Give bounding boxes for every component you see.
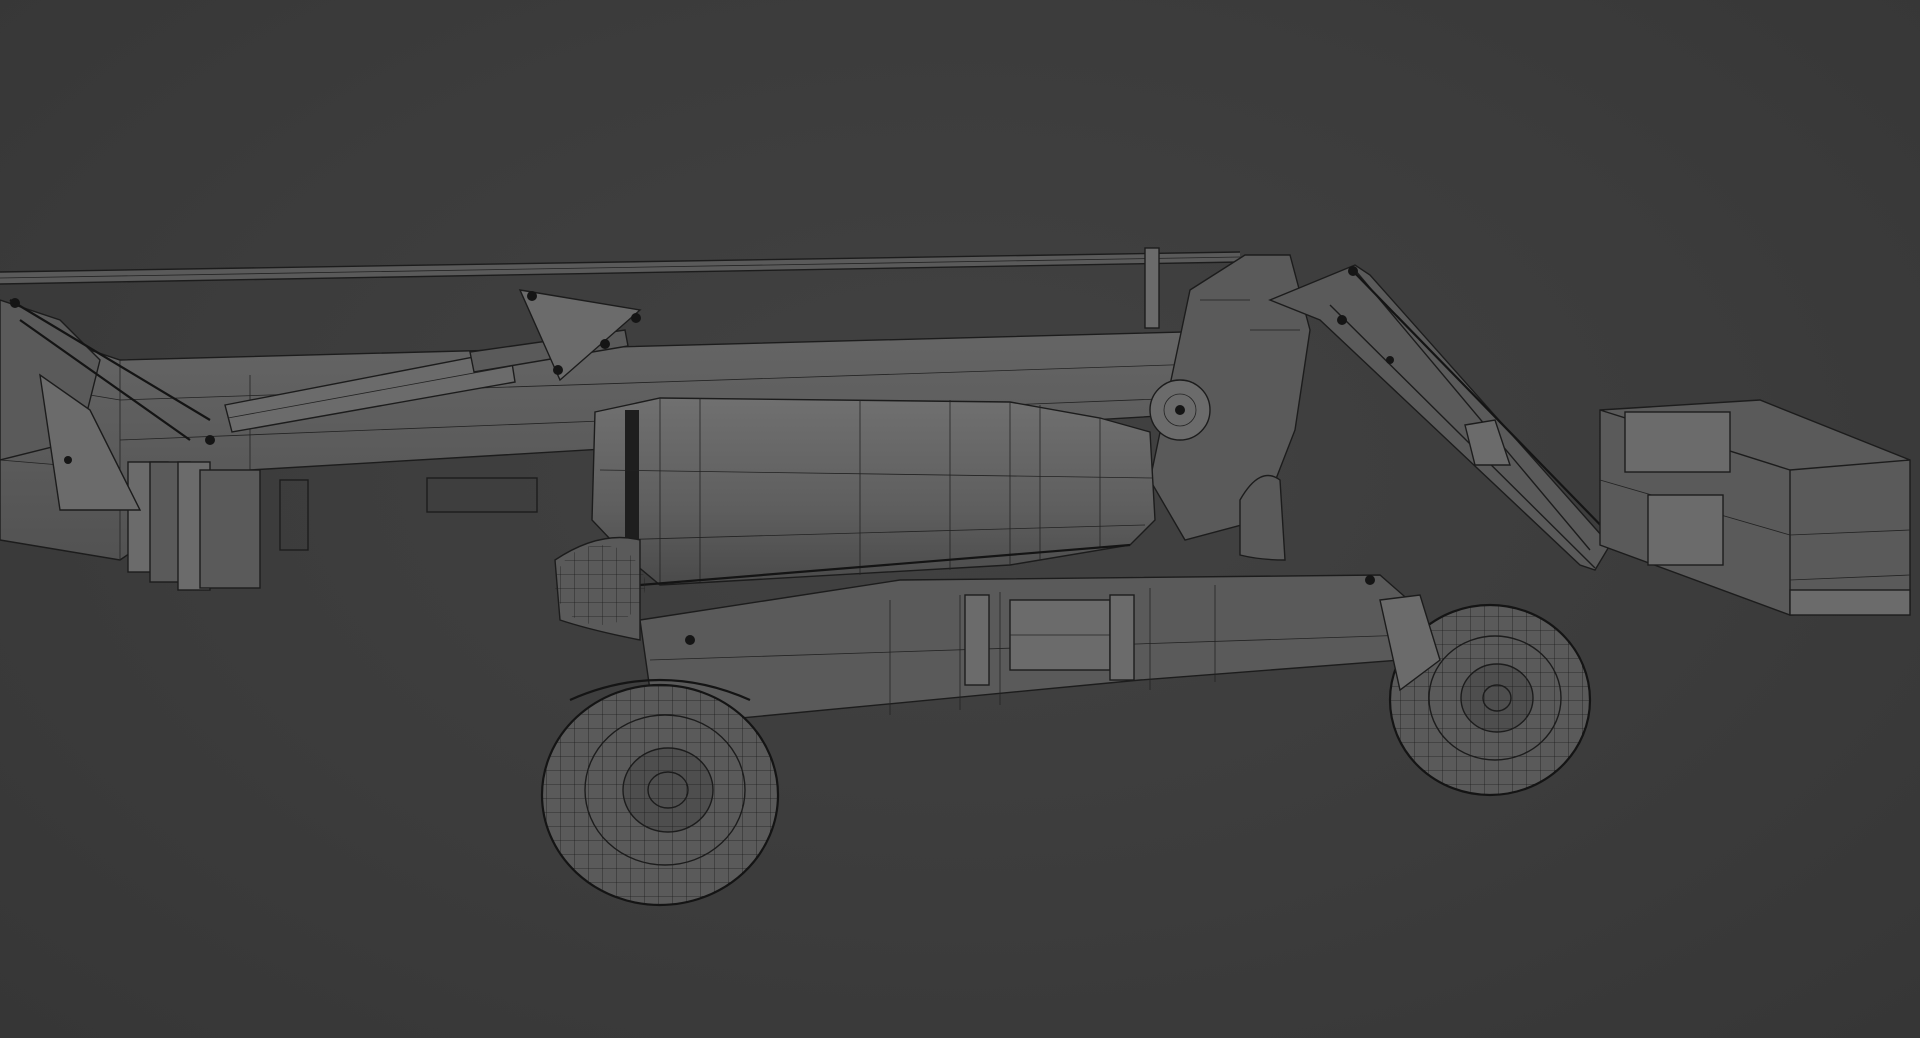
counterweight (591, 397, 1156, 587)
chassis (639, 574, 1421, 721)
rear-fender (554, 536, 645, 641)
jib-arm (1268, 264, 1616, 571)
boom-lift-model (0, 247, 1911, 907)
platform-basket (1599, 399, 1911, 616)
3d-viewport[interactable] (0, 0, 1920, 1038)
